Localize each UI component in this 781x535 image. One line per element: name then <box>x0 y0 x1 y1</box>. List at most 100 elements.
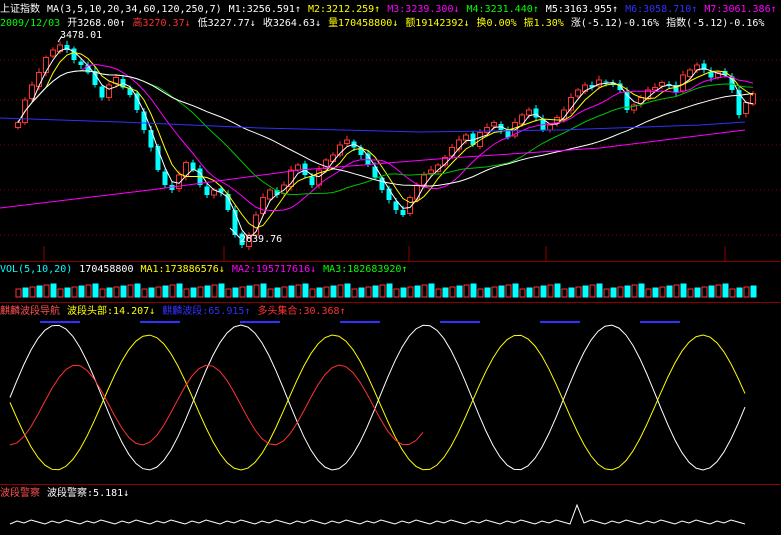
volume-bar <box>750 285 757 298</box>
volume-bar <box>505 284 512 298</box>
chart-canvas[interactable]: 3478.01 2639.76 <box>0 0 781 535</box>
volume-bar <box>246 285 253 298</box>
volume-bar <box>267 288 274 298</box>
volume-bar <box>57 288 64 298</box>
volume-bar <box>512 283 519 298</box>
volume-bar <box>232 287 239 298</box>
volume-bar <box>134 283 141 298</box>
volume-bar <box>99 288 106 298</box>
candle-body <box>491 122 497 127</box>
candle-body <box>575 89 581 97</box>
volume-bar <box>442 287 449 298</box>
candle-body <box>288 169 294 187</box>
volume-bar <box>694 287 701 298</box>
volume-bar <box>687 288 694 298</box>
volume-bar <box>575 286 582 298</box>
candle-body <box>43 57 49 73</box>
volume-bar <box>414 285 421 298</box>
volume-bar <box>491 286 498 298</box>
volume-bar <box>393 288 400 298</box>
volume-bar <box>631 284 638 298</box>
volume-bar <box>155 286 162 298</box>
candle-body <box>386 188 392 200</box>
volume-bar <box>330 285 337 298</box>
candle-body <box>484 127 490 133</box>
candle-body <box>526 109 532 116</box>
candle-body <box>309 176 315 185</box>
volume-bar <box>295 284 302 298</box>
high-price-label: 3478.01 <box>60 30 102 41</box>
volume-bar <box>274 287 281 298</box>
volume-bar <box>463 284 470 298</box>
volume-bar <box>666 285 673 298</box>
volume-bar <box>85 284 92 298</box>
volume-bar <box>477 288 484 298</box>
volume-bar <box>92 283 99 298</box>
candle-body <box>15 122 21 128</box>
volume-bar <box>421 284 428 298</box>
alarm-line <box>9 503 746 525</box>
volume-bar <box>673 284 680 298</box>
volume-bar <box>484 287 491 298</box>
volume-bar <box>78 285 85 298</box>
volume-bar <box>113 286 120 298</box>
candle-body <box>50 49 56 57</box>
volume-bar <box>302 283 309 298</box>
volume-bar <box>456 285 463 298</box>
volume-bar <box>708 285 715 298</box>
volume-bar <box>680 283 687 298</box>
volume-bar <box>617 286 624 298</box>
volume-bar <box>428 283 435 298</box>
candle-body <box>106 84 112 98</box>
volume-bar <box>568 287 575 298</box>
volume-bar <box>638 283 645 298</box>
candle-body <box>659 82 665 87</box>
low-price-label: 2639.76 <box>240 234 282 245</box>
volume-bar <box>582 285 589 298</box>
volume-bar <box>22 287 29 298</box>
candle-body <box>204 186 210 195</box>
volume-bar <box>743 286 750 298</box>
volume-bar <box>323 286 330 298</box>
candle-body <box>603 81 609 83</box>
candle-body <box>141 111 147 130</box>
candle-body <box>428 169 434 174</box>
ma-line-m6 <box>0 117 746 133</box>
volume-bar <box>162 285 169 298</box>
candle-body <box>750 93 756 105</box>
volume-bar <box>15 288 22 298</box>
volume-bar <box>400 287 407 298</box>
candle-body <box>71 48 77 60</box>
candle-body <box>162 171 168 185</box>
candle-body <box>281 184 287 194</box>
candle-body <box>295 164 301 171</box>
volume-bar <box>225 288 232 298</box>
candle-body <box>533 108 539 118</box>
volume-bar <box>50 283 57 298</box>
volume-bar <box>547 284 554 298</box>
volume-bar <box>43 284 50 298</box>
candle-body <box>687 69 693 77</box>
volume-bar <box>498 285 505 298</box>
volume-bar <box>197 286 204 298</box>
volume-bar <box>610 287 617 298</box>
volume-bar <box>176 283 183 298</box>
volume-bar <box>722 283 729 298</box>
volume-bar <box>470 283 477 298</box>
volume-bar <box>120 285 127 298</box>
volume-bar <box>554 283 561 298</box>
volume-bar <box>407 286 414 298</box>
volume-bar <box>337 284 344 298</box>
volume-bar <box>141 288 148 298</box>
volume-bar <box>169 284 176 298</box>
volume-bar <box>715 284 722 298</box>
volume-bar <box>190 287 197 298</box>
volume-bar <box>218 283 225 298</box>
volume-bar <box>183 288 190 298</box>
candle-body <box>148 130 154 148</box>
volume-bar <box>71 286 78 298</box>
candle-body <box>344 139 350 144</box>
volume-bar <box>309 288 316 298</box>
volume-bar <box>645 288 652 298</box>
volume-bar <box>624 285 631 298</box>
